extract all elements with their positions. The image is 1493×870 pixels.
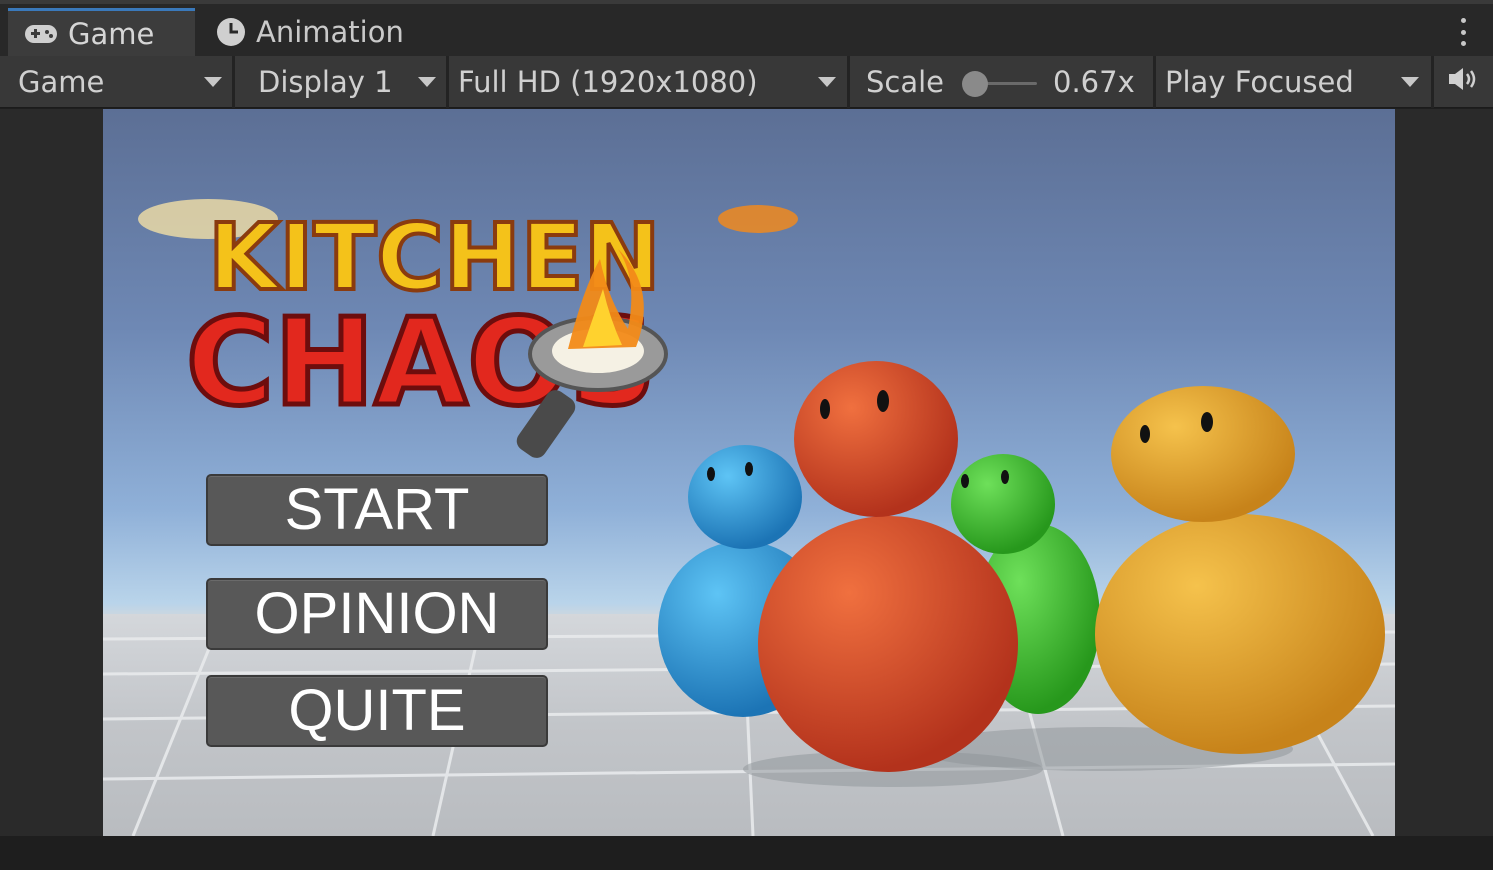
toolbar-divider xyxy=(446,56,449,108)
bottom-strip xyxy=(0,836,1493,870)
toolbar-divider xyxy=(847,56,850,108)
chevron-down-icon xyxy=(818,77,836,87)
scale-value: 0.67x xyxy=(1053,65,1135,99)
toolbar-divider xyxy=(1153,56,1156,108)
play-mode-dropdown[interactable]: Play Focused xyxy=(1165,56,1427,108)
chevron-down-icon xyxy=(418,77,436,87)
tab-animation[interactable]: Animation xyxy=(200,8,430,56)
resolution-dropdown[interactable]: Full HD (1920x1080) xyxy=(458,56,843,108)
display-label: Display 1 xyxy=(258,65,393,99)
game-viewport[interactable]: KITCHEN CHAOS START OPINION QUITE xyxy=(103,109,1395,836)
game-view-toolbar: Game Display 1 Full HD (1920x1080) Scale… xyxy=(0,56,1493,108)
chevron-down-icon xyxy=(1401,77,1419,87)
yellow-character xyxy=(1095,386,1385,754)
view-mode-dropdown[interactable]: Game xyxy=(18,56,228,108)
red-character xyxy=(758,361,1018,772)
gamepad-icon xyxy=(24,23,58,45)
view-mode-label: Game xyxy=(18,65,105,99)
tab-game-label: Game xyxy=(68,16,155,51)
play-mode-label: Play Focused xyxy=(1165,65,1354,99)
tab-game[interactable]: Game xyxy=(8,8,195,56)
tab-bar: Game Animation xyxy=(0,4,1493,56)
clock-icon xyxy=(216,17,246,47)
chevron-down-icon xyxy=(204,77,222,87)
speaker-icon xyxy=(1447,65,1479,99)
toolbar-divider xyxy=(232,56,235,108)
scale-slider-handle[interactable] xyxy=(962,71,988,97)
resolution-label: Full HD (1920x1080) xyxy=(458,65,758,99)
scale-label: Scale xyxy=(866,65,945,99)
tab-animation-label: Animation xyxy=(256,15,404,49)
display-dropdown[interactable]: Display 1 xyxy=(258,56,443,108)
characters-scene xyxy=(658,361,1385,787)
more-options-icon[interactable] xyxy=(1459,18,1467,46)
toolbar-divider xyxy=(1431,56,1434,108)
mute-audio-button[interactable] xyxy=(1447,56,1483,108)
